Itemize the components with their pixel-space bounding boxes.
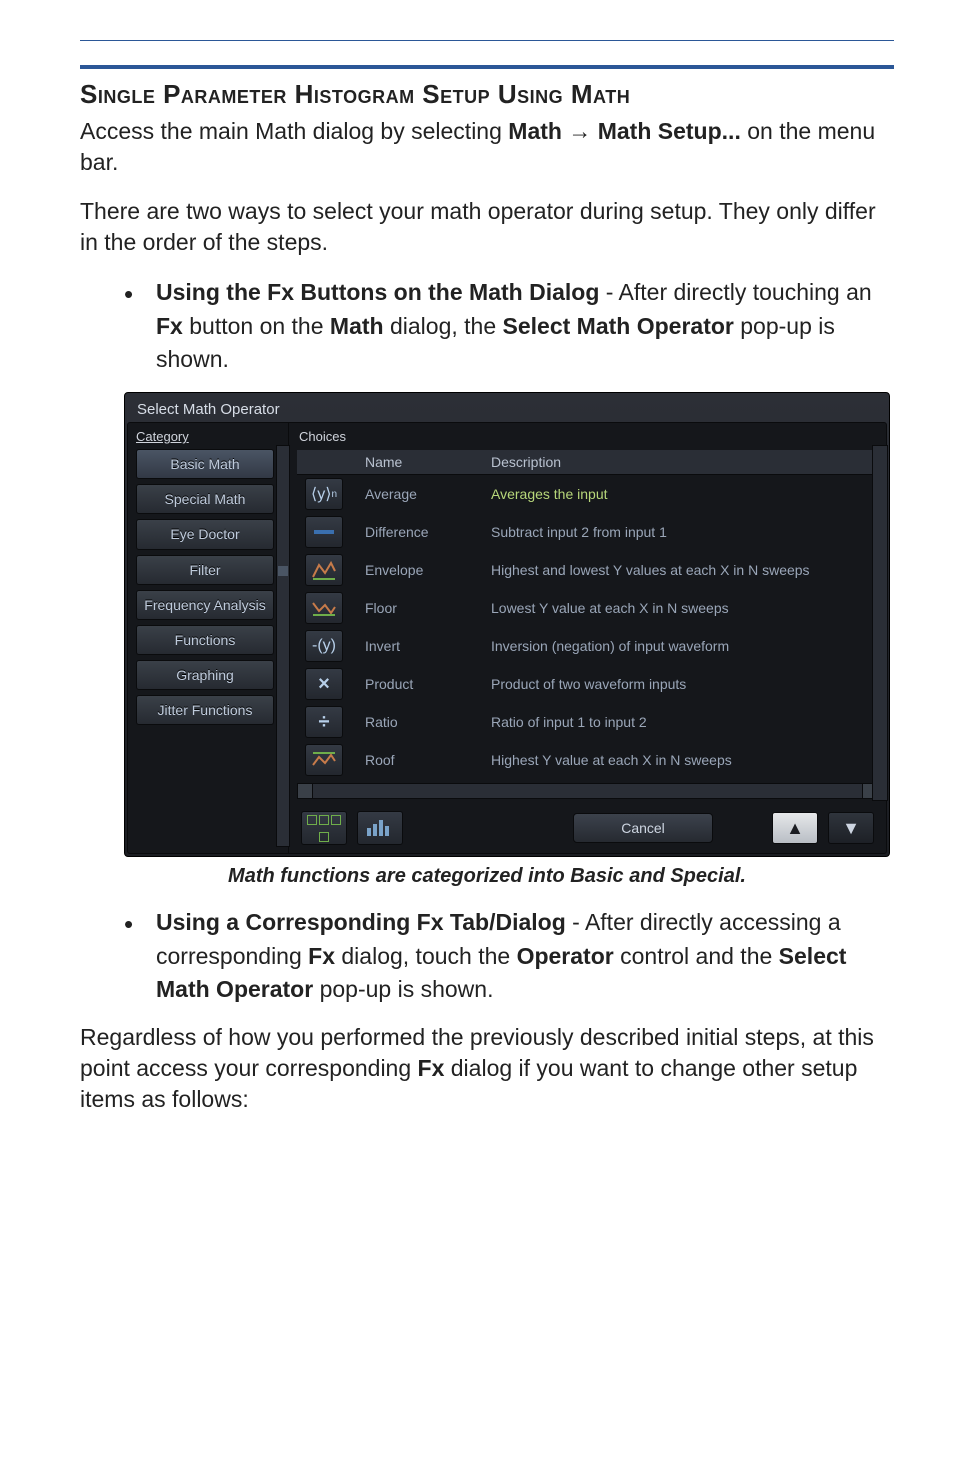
operator-table: Name Description ⟨y⟩n Average Averages t… (297, 450, 878, 779)
next-button[interactable]: ▼ (828, 812, 874, 844)
cancel-button[interactable]: Cancel (573, 813, 713, 843)
category-filter[interactable]: Filter (136, 555, 274, 585)
row-envelope[interactable]: Envelope Highest and lowest Y values at … (297, 551, 878, 589)
row-roof-desc: Highest Y value at each X in N sweeps (483, 741, 878, 779)
category-scrollbar[interactable] (276, 445, 290, 847)
row-average-name: Average (357, 475, 483, 514)
category-functions[interactable]: Functions (136, 625, 274, 655)
category-special-math[interactable]: Special Math (136, 484, 274, 514)
row-difference-desc: Subtract input 2 from input 1 (483, 513, 878, 551)
roof-icon (305, 744, 343, 776)
ratio-icon: ÷ (305, 706, 343, 738)
bullet1-lead: Using the Fx Buttons on the Math Dialog (156, 279, 599, 305)
select-math-operator-dialog: Select Math Operator Category Basic Math… (124, 392, 890, 857)
bullet2-mid2: control and the (620, 943, 779, 969)
floor-icon (305, 592, 343, 624)
header-name: Name (357, 450, 483, 475)
row-average[interactable]: ⟨y⟩n Average Averages the input (297, 475, 878, 514)
para1-strong: Math → Math Setup... (508, 118, 741, 144)
row-ratio-name: Ratio (357, 703, 483, 741)
bullet2-lead: Using a Corresponding Fx Tab/Dialog (156, 909, 566, 935)
figure-caption: Math functions are categorized into Basi… (80, 865, 894, 888)
row-floor-name: Floor (357, 589, 483, 627)
row-difference-name: Difference (357, 513, 483, 551)
row-roof-name: Roof (357, 741, 483, 779)
row-average-desc: Averages the input (483, 475, 878, 514)
paragraph-1: Access the main Math dialog by selecting… (80, 116, 894, 178)
bars-icon (365, 818, 395, 838)
choices-h-scrollbar[interactable] (297, 783, 878, 799)
category-label: Category (136, 429, 284, 444)
row-invert[interactable]: -(y) Invert Inversion (negation) of inpu… (297, 627, 878, 665)
accent-rule (80, 65, 894, 69)
para3-fx: Fx (418, 1055, 445, 1081)
row-floor[interactable]: Floor Lowest Y value at each X in N swee… (297, 589, 878, 627)
header-description: Description (483, 450, 878, 475)
row-roof[interactable]: Roof Highest Y value at each X in N swee… (297, 741, 878, 779)
bullet1-rest: - After directly touching an (606, 279, 872, 305)
choices-column: Choices Name Description ⟨y⟩n (289, 423, 886, 853)
row-ratio-desc: Ratio of input 1 to input 2 (483, 703, 878, 741)
paragraph-3: Regardless of how you performed the prev… (80, 1022, 894, 1115)
bullet1-smo: Select Math Operator (503, 313, 734, 339)
category-graphing[interactable]: Graphing (136, 660, 274, 690)
header-icon (297, 450, 357, 475)
section-heading: Single Parameter Histogram Setup Using M… (80, 79, 894, 110)
product-icon: × (305, 668, 343, 700)
bullet2-end: pop-up is shown. (320, 976, 494, 1002)
category-jitter-functions[interactable]: Jitter Functions (136, 695, 274, 725)
bullet1-fx: Fx (156, 313, 183, 339)
choices-v-scrollbar[interactable] (872, 445, 888, 801)
average-icon: ⟨y⟩n (305, 478, 343, 510)
category-column: Category Basic Math Special Math Eye Doc… (128, 423, 289, 853)
para1-text-a: Access the main Math dialog by selecting (80, 118, 508, 144)
bullet-2: Using a Corresponding Fx Tab/Dialog - Af… (124, 906, 894, 1006)
bullet2-op: Operator (517, 943, 614, 969)
choices-label: Choices (299, 429, 878, 444)
paragraph-2: There are two ways to select your math o… (80, 196, 894, 258)
row-envelope-name: Envelope (357, 551, 483, 589)
row-product[interactable]: × Product Product of two waveform inputs (297, 665, 878, 703)
thumbnail-1 (301, 811, 347, 845)
bullet1-mid: button on the (189, 313, 330, 339)
row-invert-desc: Inversion (negation) of input waveform (483, 627, 878, 665)
thumbnail-2 (357, 811, 403, 845)
category-eye-doctor[interactable]: Eye Doctor (136, 519, 274, 549)
bullet1-mid2: dialog, the (390, 313, 503, 339)
row-difference[interactable]: Difference Subtract input 2 from input 1 (297, 513, 878, 551)
bullet1-math: Math (330, 313, 384, 339)
row-ratio[interactable]: ÷ Ratio Ratio of input 1 to input 2 (297, 703, 878, 741)
invert-icon: -(y) (305, 630, 343, 662)
bullet2-fx: Fx (308, 943, 335, 969)
row-floor-desc: Lowest Y value at each X in N sweeps (483, 589, 878, 627)
row-invert-name: Invert (357, 627, 483, 665)
row-envelope-desc: Highest and lowest Y values at each X in… (483, 551, 878, 589)
bullet2-mid: dialog, touch the (341, 943, 516, 969)
difference-icon (305, 516, 343, 548)
prev-button[interactable]: ▲ (772, 812, 818, 844)
category-frequency-analysis[interactable]: Frequency Analysis (136, 590, 274, 620)
category-basic-math[interactable]: Basic Math (136, 449, 274, 479)
row-product-name: Product (357, 665, 483, 703)
envelope-icon (305, 554, 343, 586)
row-product-desc: Product of two waveform inputs (483, 665, 878, 703)
accent-hairline (80, 40, 894, 41)
bullet-1: Using the Fx Buttons on the Math Dialog … (124, 276, 894, 376)
dialog-title: Select Math Operator (127, 395, 887, 422)
